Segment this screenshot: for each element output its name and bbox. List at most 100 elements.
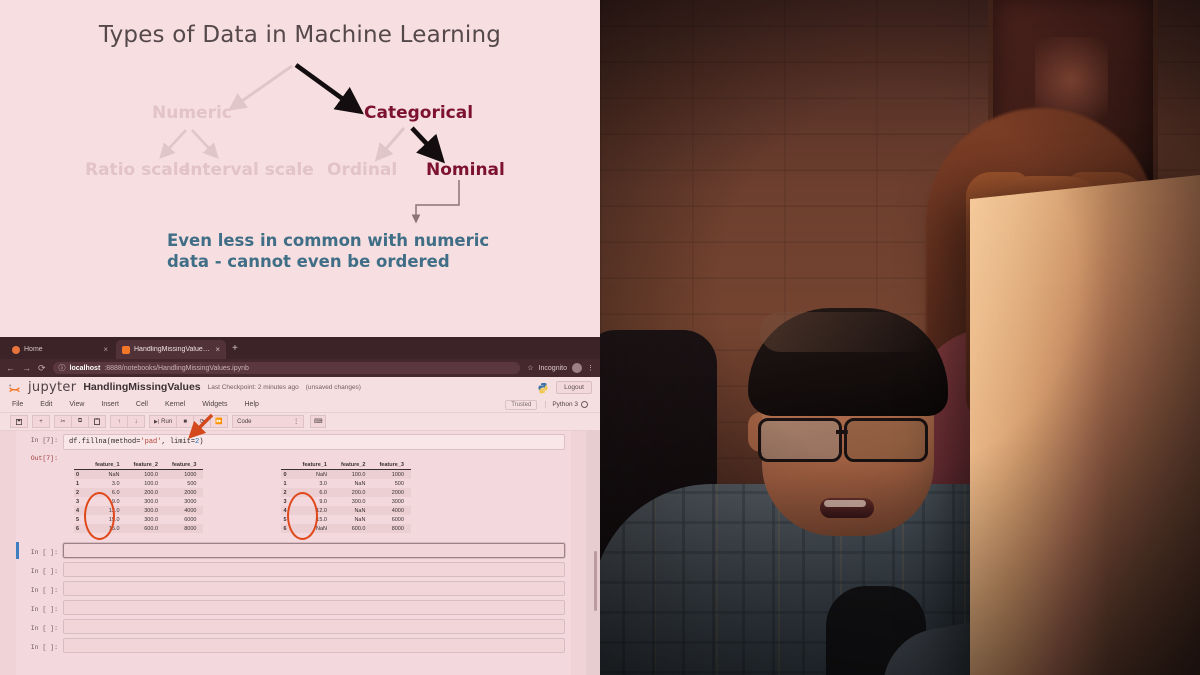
code-cell-prompt: In [7]:	[30, 437, 58, 444]
node-ratio-scale: Ratio scale	[85, 160, 191, 180]
new-tab-button[interactable]: +	[232, 343, 238, 354]
jupyter-wordmark[interactable]: jupyter	[28, 380, 76, 395]
browser-tab-notebook[interactable]: HandlingMissingValues - Jupyt ×	[116, 340, 226, 359]
cell-selected-indicator	[16, 542, 19, 559]
empty-cell-prompt: In [ ]:	[30, 643, 58, 651]
restart-kernel-button[interactable]: ⟳	[193, 415, 212, 428]
empty-cell-2[interactable]: In [ ]:	[16, 560, 571, 579]
browser-menu-icon[interactable]: ⋮	[587, 364, 594, 372]
jupyter-menubar: File Edit View Insert Cell Kernel Widget…	[0, 397, 600, 413]
run-cell-button[interactable]: ▶| Run	[149, 415, 178, 428]
move-cell-up-icon[interactable]: ↑	[110, 415, 128, 428]
output-tables-row: feature_1 feature_2 feature_3 0 NaN 100.0 1…	[16, 456, 571, 540]
cell-feature-2: 600.0	[144, 525, 158, 532]
cell-input-area[interactable]	[63, 638, 565, 653]
jupyter-header: jupyter HandlingMissingValues Last Check…	[0, 377, 600, 397]
table-row: 1 3.0 100.0 500	[74, 479, 203, 488]
tab-close-icon[interactable]: ×	[103, 345, 108, 354]
bookmark-star-icon[interactable]: ☆	[527, 364, 533, 372]
reload-icon[interactable]: ⟳	[38, 363, 46, 374]
cell-feature-3: 8000	[184, 525, 197, 532]
paste-cell-button[interactable]	[88, 415, 106, 428]
kernel-indicator[interactable]: Python 3	[545, 401, 588, 408]
cell-feature-3: 2000	[391, 489, 404, 496]
move-cell-down-icon[interactable]: ↓	[127, 415, 145, 428]
code-cell[interactable]: In [7]: df.fillna(method='pad', limit=2)	[16, 431, 571, 450]
logout-button[interactable]: Logout	[556, 380, 592, 394]
command-palette-button[interactable]: ⌨	[310, 415, 327, 428]
browser-tab-home[interactable]: Home ×	[6, 340, 114, 359]
cell-input-area[interactable]	[63, 562, 565, 577]
table-row: 6 NaN 600.0 8000	[281, 524, 411, 533]
code-head: df.fillna(method=	[69, 438, 141, 446]
menu-cell[interactable]: Cell	[136, 401, 148, 408]
chevron-down-icon: ⋮	[293, 419, 300, 425]
cell-feature-2: 200.0	[144, 489, 158, 496]
empty-cell-prompt: In [ ]:	[30, 567, 58, 575]
toolbar-group-edit: ✂ ⧉	[54, 415, 106, 428]
empty-cell-5[interactable]: In [ ]:	[16, 617, 571, 636]
cell-feature-2: 300.0	[144, 507, 158, 514]
back-icon[interactable]: ←	[6, 363, 15, 373]
cell-feature-1: 15.0	[316, 516, 327, 523]
browser-url-bar: ← → ⟳ ⓘ localhost:8888/notebooks/Handlin…	[0, 359, 600, 377]
cell-feature-1: 6.0	[319, 489, 327, 496]
interrupt-kernel-button[interactable]: ■	[176, 415, 195, 428]
col-feature-3: feature_3	[372, 460, 411, 470]
notebook-body[interactable]: In [7]: df.fillna(method='pad', limit=2)…	[0, 431, 600, 675]
empty-cell-1[interactable]: In [ ]:	[16, 541, 571, 560]
jupyter-page: jupyter HandlingMissingValues Last Check…	[0, 377, 600, 675]
row-index: 6	[283, 525, 287, 532]
incognito-label: Incognito	[538, 364, 567, 372]
empty-cell-4[interactable]: In [ ]:	[16, 598, 571, 617]
col-feature-3: feature_3	[165, 460, 204, 470]
result-table-right: feature_1 feature_2 feature_3 0 NaN 100.0 1…	[281, 460, 411, 533]
notebook-name[interactable]: HandlingMissingValues	[83, 381, 200, 393]
menu-kernel[interactable]: Kernel	[165, 401, 185, 408]
cell-input-area[interactable]	[63, 600, 565, 615]
address-path: :8888/notebooks/HandlingMissingValues.ip…	[104, 364, 249, 372]
cell-feature-2: 200.0	[351, 489, 366, 496]
code-editor[interactable]: df.fillna(method='pad', limit=2)	[63, 434, 565, 450]
toolbar-group-insert: +	[32, 415, 50, 428]
cell-feature-1: 15.0	[108, 516, 120, 523]
cell-input-area[interactable]	[63, 619, 565, 634]
table-row: 2 6.0 200.0 2000	[281, 488, 411, 497]
copy-cell-button[interactable]: ⧉	[71, 415, 89, 428]
jupyter-logo-icon[interactable]	[8, 382, 21, 393]
slide-annotation-line-1: Even less in common with numeric	[167, 231, 490, 250]
incognito-avatar-icon[interactable]	[572, 363, 582, 373]
cell-feature-2: 100.0	[144, 480, 158, 487]
cell-input-area[interactable]	[63, 543, 565, 558]
cell-feature-3: 6000	[391, 516, 404, 523]
menu-help[interactable]: Help	[245, 401, 259, 408]
row-index: 1	[283, 480, 287, 487]
menu-view[interactable]: View	[69, 401, 84, 408]
cell-feature-1: 6.0	[111, 489, 120, 496]
table-header-row: feature_1 feature_2 feature_3	[281, 460, 411, 470]
cell-feature-1: 15.0	[108, 525, 120, 532]
menu-insert[interactable]: Insert	[101, 401, 119, 408]
menubar-status: Trusted Python 3	[505, 399, 588, 410]
cell-input-area[interactable]	[63, 581, 565, 596]
cell-feature-3: 6000	[184, 516, 197, 523]
node-interval-scale: Interval scale	[184, 160, 314, 180]
row-index: 0	[283, 471, 287, 478]
cell-feature-3: 1000	[184, 471, 197, 478]
site-info-icon[interactable]: ⓘ	[59, 363, 66, 373]
save-button[interactable]	[10, 415, 28, 428]
cell-type-select[interactable]: Code ⋮	[232, 415, 305, 428]
empty-cell-6[interactable]: In [ ]:	[16, 636, 571, 655]
address-bar[interactable]: ⓘ localhost:8888/notebooks/HandlingMissi…	[52, 362, 521, 374]
cut-cell-button[interactable]: ✂	[54, 415, 72, 428]
menu-file[interactable]: File	[12, 401, 23, 408]
menu-widgets[interactable]: Widgets	[202, 401, 227, 408]
tab-close-icon[interactable]: ×	[215, 345, 220, 354]
node-ordinal: Ordinal	[327, 160, 398, 180]
restart-run-all-button[interactable]: ⏩	[210, 415, 229, 428]
empty-cell-3[interactable]: In [ ]:	[16, 579, 571, 598]
insert-cell-button[interactable]: +	[32, 415, 50, 428]
vertical-scrollbar[interactable]	[593, 551, 597, 611]
forward-icon[interactable]: →	[22, 363, 31, 373]
menu-edit[interactable]: Edit	[40, 401, 52, 408]
